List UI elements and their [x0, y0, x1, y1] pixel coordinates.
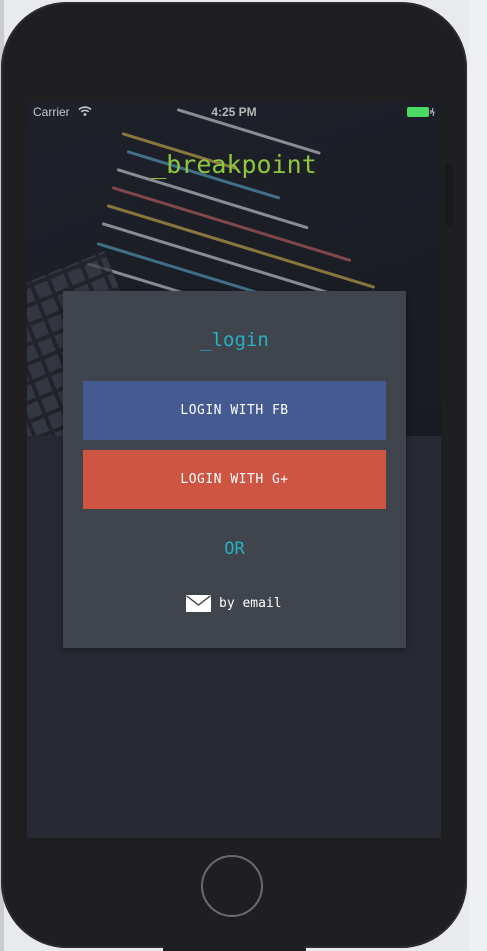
- home-button[interactable]: [201, 855, 263, 917]
- app-title: _breakpoint: [151, 150, 317, 179]
- code-line: [111, 186, 352, 263]
- phone-screen: Carrier 4:25 PM _breakpoint _login LOGIN…: [27, 102, 441, 838]
- login-title: _login: [200, 329, 269, 351]
- login-by-email-link[interactable]: by email: [186, 593, 282, 613]
- envelope-icon: [186, 594, 211, 612]
- login-with-facebook-button[interactable]: LOGIN WITH FB: [83, 381, 386, 440]
- window-bottom-edge: [163, 946, 306, 951]
- clock-label: 4:25 PM: [211, 105, 257, 119]
- email-link-label: by email: [219, 595, 282, 611]
- battery-icon: [407, 107, 435, 117]
- or-separator: OR: [224, 539, 245, 559]
- login-card: _login LOGIN WITH FB LOGIN WITH G+ OR by…: [63, 291, 406, 648]
- code-line: [106, 204, 376, 289]
- window-edge-right: [469, 0, 487, 951]
- simulator-stage: Carrier 4:25 PM _breakpoint _login LOGIN…: [0, 0, 487, 951]
- login-with-google-button[interactable]: LOGIN WITH G+: [83, 450, 386, 509]
- side-button[interactable]: [445, 164, 453, 226]
- status-bar: Carrier 4:25 PM: [27, 102, 441, 122]
